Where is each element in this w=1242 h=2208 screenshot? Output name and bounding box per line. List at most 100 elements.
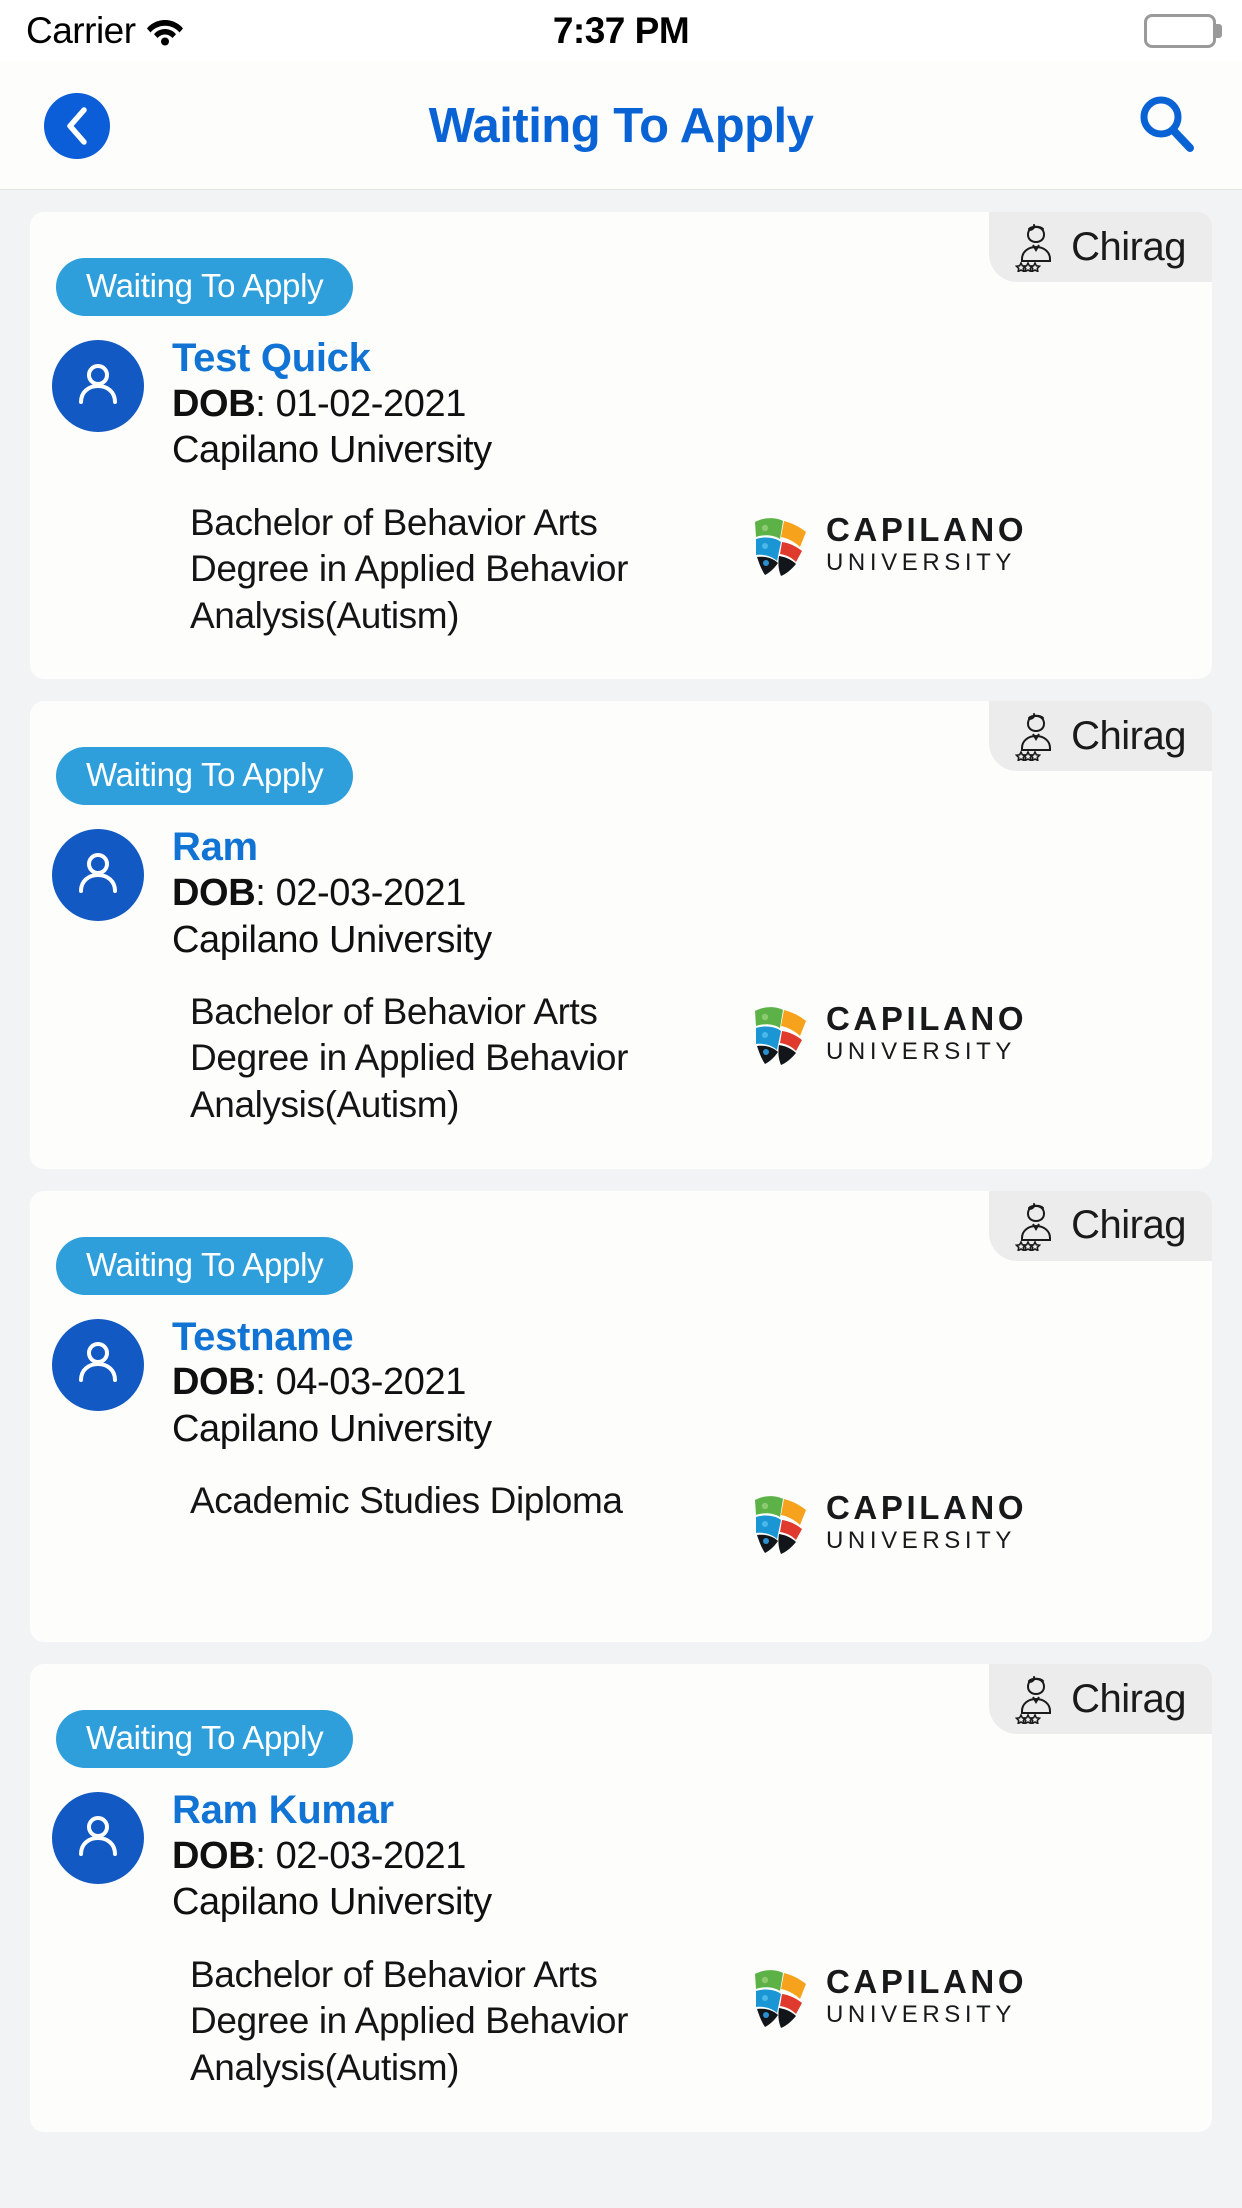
university-logo-text: CAPILANO UNIVERSITY (826, 513, 1027, 575)
assignee-badge[interactable]: Chirag (989, 1190, 1212, 1261)
program-row: Academic Studies Diploma CAPILANO UNIVER… (30, 1452, 1212, 1602)
carrier-label: Carrier (26, 10, 136, 51)
application-card[interactable]: Chirag Waiting To Apply Testname DOB: 04 (30, 1190, 1212, 1643)
status-bar-left: Carrier (26, 10, 184, 52)
user-rating-icon (1013, 1674, 1059, 1725)
university-logo-text: CAPILANO UNIVERSITY (826, 1965, 1027, 2027)
status-badge[interactable]: Waiting To Apply (56, 747, 354, 806)
capilano-shield-icon (750, 512, 812, 576)
search-icon (1134, 91, 1198, 160)
logo-name: CAPILANO (826, 510, 1028, 548)
application-card[interactable]: Chirag Waiting To Apply Ram Kumar DOB: 0 (30, 1664, 1212, 2132)
list-item[interactable]: Chirag Waiting To Apply Test Quick DOB: (0, 190, 1242, 680)
logo-name: CAPILANO (826, 1489, 1028, 1527)
capilano-shield-icon (750, 1964, 812, 2028)
dob-label: DOB (172, 1835, 256, 1877)
applicant-name[interactable]: Testname (172, 1315, 492, 1360)
applicant-dob: DOB: 02-03-2021 (172, 1835, 467, 1877)
logo-subtitle: UNIVERSITY (826, 1527, 1017, 1555)
application-card[interactable]: Chirag Waiting To Apply Ram DOB: 02-03-2 (30, 701, 1212, 1169)
program-name: Bachelor of Behavior Arts Degree in Appl… (190, 501, 629, 636)
applicant-details: Testname DOB: 04-03-2021 Capilano Univer… (172, 1313, 492, 1453)
avatar[interactable] (52, 1792, 144, 1885)
program-name: Bachelor of Behavior Arts Degree in Appl… (190, 1953, 629, 2088)
applicant-name[interactable]: Ram Kumar (172, 1788, 492, 1833)
program-row: Bachelor of Behavior Arts Degree in Appl… (30, 963, 1212, 1129)
applicant-row: Ram DOB: 02-03-2021 Capilano University (30, 805, 1212, 963)
clock-label: 7:37 PM (552, 10, 690, 51)
assignee-name: Chirag (1071, 1203, 1186, 1248)
applicant-dob: DOB: 02-03-2021 (172, 872, 467, 915)
status-badge[interactable]: Waiting To Apply (56, 1236, 354, 1295)
card-bottom-spacer (30, 1129, 1212, 1169)
applicant-details: Ram Kumar DOB: 02-03-2021 Capilano Unive… (172, 1786, 492, 1926)
applicant-name[interactable]: Test Quick (172, 336, 492, 381)
dob-value: 02-03-2021 (275, 872, 467, 915)
user-rating-icon (1013, 222, 1059, 272)
list-item[interactable]: Chirag Waiting To Apply Testname DOB: 04 (0, 1169, 1242, 1643)
university-logo-text: CAPILANO UNIVERSITY (826, 1491, 1027, 1553)
avatar[interactable] (52, 829, 144, 922)
card-bottom-spacer (30, 639, 1212, 679)
card-bottom-spacer (30, 1602, 1212, 1642)
list-item[interactable]: Chirag Waiting To Apply Ram DOB: 02-03-2 (0, 679, 1242, 1169)
dob-value: 01-02-2021 (275, 382, 467, 425)
page-title: Waiting To Apply (428, 98, 814, 153)
dob-value: 02-03-2021 (275, 1835, 467, 1877)
applicant-university: Capilano University (172, 1407, 492, 1450)
assignee-name: Chirag (1071, 713, 1186, 758)
dob-label: DOB (172, 382, 256, 425)
university-logo: CAPILANO UNIVERSITY (750, 1964, 1027, 2028)
person-icon (70, 1808, 126, 1869)
assignee-badge[interactable]: Chirag (989, 701, 1212, 772)
list-item[interactable]: Chirag Waiting To Apply Ram Kumar DOB: 0 (0, 1642, 1242, 2132)
wifi-icon (146, 16, 184, 46)
navigation-bar: Waiting To Apply (0, 62, 1242, 190)
applicant-dob: DOB: 04-03-2021 (172, 1361, 466, 1404)
assignee-name: Chirag (1071, 224, 1186, 269)
person-icon (70, 845, 126, 906)
applicant-name[interactable]: Ram (172, 825, 492, 870)
applicant-details: Test Quick DOB: 01-02-2021 Capilano Univ… (172, 334, 492, 474)
user-rating-icon (1013, 711, 1059, 762)
person-icon (70, 356, 126, 417)
user-rating-icon (1013, 1201, 1059, 1251)
dob-label: DOB (172, 872, 256, 915)
applicant-details: Ram DOB: 02-03-2021 Capilano University (172, 823, 492, 963)
university-logo: CAPILANO UNIVERSITY (750, 1001, 1027, 1065)
applicant-university: Capilano University (172, 429, 492, 472)
logo-subtitle: UNIVERSITY (826, 1037, 1017, 1065)
battery-full-icon (1144, 14, 1216, 48)
application-list[interactable]: Chirag Waiting To Apply Test Quick DOB: (0, 190, 1242, 2132)
status-badge[interactable]: Waiting To Apply (56, 258, 354, 316)
status-badge[interactable]: Waiting To Apply (56, 1710, 354, 1769)
avatar[interactable] (52, 1318, 144, 1411)
applicant-dob: DOB: 01-02-2021 (172, 382, 467, 425)
applicant-row: Test Quick DOB: 01-02-2021 Capilano Univ… (30, 316, 1212, 474)
program-name: Bachelor of Behavior Arts Degree in Appl… (190, 990, 629, 1126)
status-bar: Carrier 7:37 PM (0, 0, 1242, 62)
logo-name: CAPILANO (826, 999, 1028, 1037)
card-bottom-spacer (30, 2092, 1212, 2132)
program-row: Bachelor of Behavior Arts Degree in Appl… (30, 1926, 1212, 2092)
applicant-university: Capilano University (172, 918, 492, 961)
assignee-name: Chirag (1071, 1676, 1186, 1721)
university-logo: CAPILANO UNIVERSITY (750, 512, 1027, 576)
person-icon (70, 1334, 126, 1395)
chevron-left-icon (62, 106, 92, 146)
search-button[interactable] (1134, 91, 1198, 160)
back-button[interactable] (44, 92, 110, 159)
status-bar-right (1144, 14, 1216, 48)
application-card[interactable]: Chirag Waiting To Apply Test Quick DOB: (30, 212, 1212, 680)
assignee-badge[interactable]: Chirag (989, 212, 1212, 282)
assignee-badge[interactable]: Chirag (989, 1664, 1212, 1735)
avatar[interactable] (52, 340, 144, 432)
dob-label: DOB (172, 1361, 256, 1404)
university-logo: CAPILANO UNIVERSITY (750, 1490, 1027, 1555)
applicant-university: Capilano University (172, 1881, 492, 1924)
program-name: Academic Studies Diploma (190, 1480, 623, 1522)
app-screen: Carrier 7:37 PM Waiting To Apply Chirag … (0, 0, 1242, 2208)
program-row: Bachelor of Behavior Arts Degree in Appl… (30, 474, 1212, 640)
university-logo-text: CAPILANO UNIVERSITY (826, 1002, 1027, 1064)
capilano-shield-icon (750, 1490, 812, 1555)
